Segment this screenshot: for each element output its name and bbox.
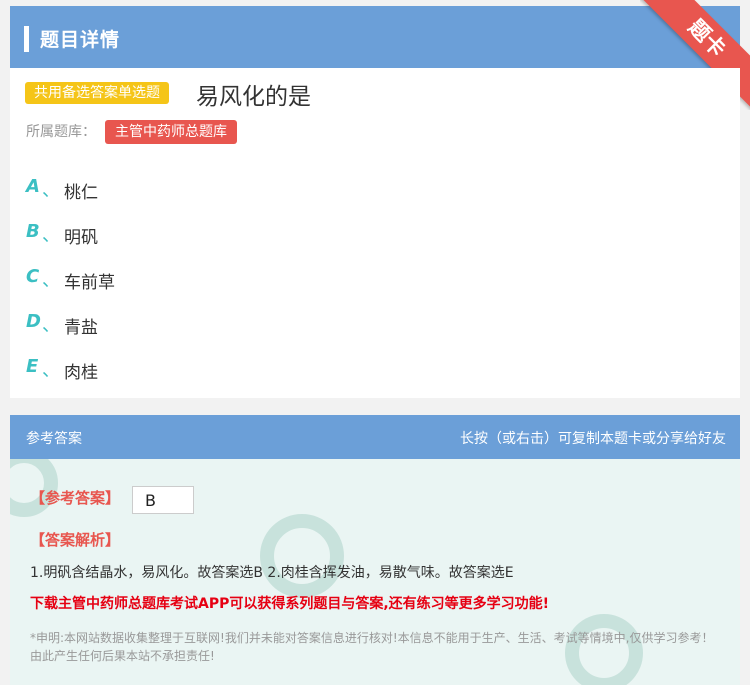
page-title: 题目详情 (40, 29, 121, 51)
option-separator: 、 (42, 270, 60, 291)
option-separator: 、 (42, 225, 60, 246)
answer-section-title: 参考答案 (26, 431, 82, 447)
option-letter: A (26, 176, 40, 197)
option-letter: C (26, 266, 40, 287)
option-letter: D (26, 311, 41, 332)
watermark-logo (260, 514, 344, 598)
option-separator: 、 (42, 315, 60, 336)
disclaimer: *申明:本网站数据收集整理于互联网!我们并未能对答案信息进行核对!本信息不能用于… (30, 631, 714, 663)
question-text: 易风化的是 (196, 84, 311, 110)
option-letter: B (26, 221, 40, 242)
bank-label: 所属题库： (26, 124, 96, 140)
bank-tag[interactable]: 主管中药师总题库 (105, 120, 237, 144)
option-text: 青盐 (64, 318, 98, 338)
page-header: 题目详情 (10, 6, 740, 68)
promo-link[interactable]: 下载主管中药师总题库考试APP可以获得系列题目与答案,还有练习等更多学习功能! (30, 593, 549, 613)
option-text: 车前草 (64, 273, 115, 293)
option-letter: E (26, 356, 39, 377)
option-text: 桃仁 (64, 183, 98, 203)
option-separator: 、 (42, 180, 60, 201)
answer-body: 【参考答案】 B 【答案解析】 1.明矾含结晶水，易风化。故答案选B 2.肉桂含… (10, 459, 740, 685)
option-text: 明矾 (64, 228, 98, 248)
answer-value-image: B (132, 486, 194, 514)
analysis-label: 【答案解析】 (30, 531, 121, 549)
option-text: 肉桂 (64, 363, 98, 383)
question-card: 共用备选答案单选题 易风化的是 所属题库： 主管中药师总题库 A 、 桃仁 B … (10, 68, 740, 398)
option-separator: 、 (42, 360, 60, 381)
analysis-text: 1.明矾含结晶水，易风化。故答案选B 2.肉桂含挥发油，易散气味。故答案选E (30, 565, 514, 581)
answer-label: 【参考答案】 (30, 489, 121, 507)
answer-header: 参考答案 长按（或右击）可复制本题卡或分享给好友 (10, 415, 740, 459)
share-hint: 长按（或右击）可复制本题卡或分享给好友 (460, 431, 726, 447)
header-accent-bar (24, 26, 29, 52)
question-type-badge: 共用备选答案单选题 (25, 82, 169, 104)
